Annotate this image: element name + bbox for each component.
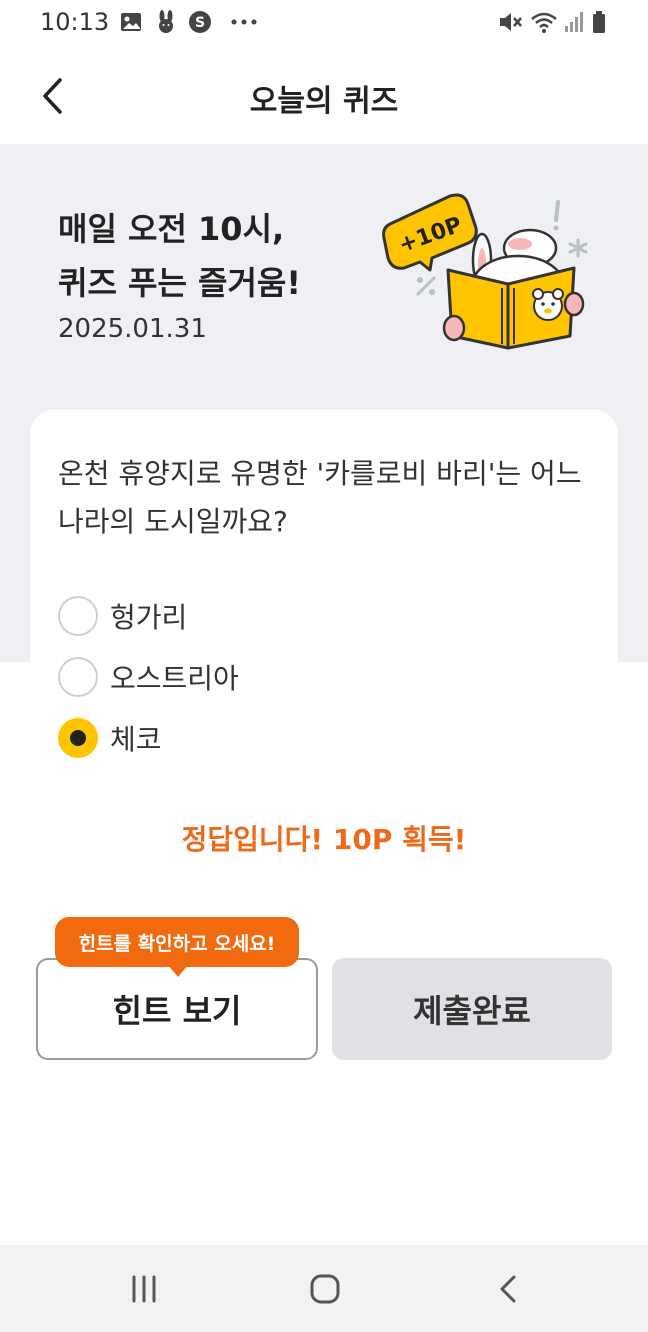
answer-option-label: 오스트리아 (110, 662, 239, 695)
radio-dot (70, 730, 86, 746)
battery-icon (592, 10, 606, 34)
bunny-reading-illustration: +10P (380, 188, 600, 368)
radio-button-selected[interactable] (58, 718, 98, 758)
bunny-icon (155, 10, 177, 34)
back-icon (500, 1275, 516, 1303)
submit-button[interactable]: 제출완료 (332, 958, 612, 1060)
radio-button[interactable] (58, 596, 98, 636)
wifi-icon (530, 10, 558, 34)
quiz-card: 온천 휴양지로 유명한 '카를로비 바리'는 어느 나라의 도시일까요? 헝가리… (30, 410, 618, 970)
home-icon (310, 1274, 340, 1304)
answer-option-hungary[interactable]: 헝가리 (58, 594, 187, 638)
app-header: 오늘의 퀴즈 (0, 48, 648, 144)
more-dots-icon (230, 10, 258, 34)
hint-tooltip: 힌트를 확인하고 오세요! (55, 917, 299, 967)
hero-title-line2: 퀴즈 푸는 즐거움! (58, 264, 301, 302)
answer-option-label: 헝가리 (110, 601, 188, 634)
nav-back-button[interactable] (478, 1267, 538, 1311)
result-message: 정답입니다! 10P 획득! (181, 823, 467, 856)
recent-apps-button[interactable] (114, 1267, 174, 1311)
gallery-icon (120, 10, 142, 34)
page-title: 오늘의 퀴즈 (249, 84, 399, 119)
answer-option-czech[interactable]: 체코 (58, 716, 162, 760)
recent-apps-icon (132, 1275, 156, 1303)
status-bar: 10:13 S (0, 0, 648, 48)
s-circle-icon: S (188, 10, 212, 34)
mute-icon (498, 10, 524, 34)
hero-title-line1: 매일 오전 10시, (58, 210, 285, 248)
radio-button[interactable] (58, 657, 98, 697)
hero-title: 매일 오전 10시, 퀴즈 푸는 즐거움! (58, 202, 301, 310)
home-button[interactable] (295, 1267, 355, 1311)
signal-icon (564, 10, 584, 34)
svg-text:S: S (195, 15, 205, 31)
status-time: 10:13 (40, 8, 110, 36)
quiz-question: 온천 휴양지로 유명한 '카를로비 바리'는 어느 나라의 도시일까요? (58, 457, 582, 538)
quiz-date: 2025.01.31 (58, 314, 207, 344)
hint-tooltip-arrow (168, 965, 188, 977)
system-nav-bar (0, 1245, 648, 1332)
answer-option-austria[interactable]: 오스트리아 (58, 655, 239, 699)
answer-option-label: 체코 (110, 723, 162, 756)
